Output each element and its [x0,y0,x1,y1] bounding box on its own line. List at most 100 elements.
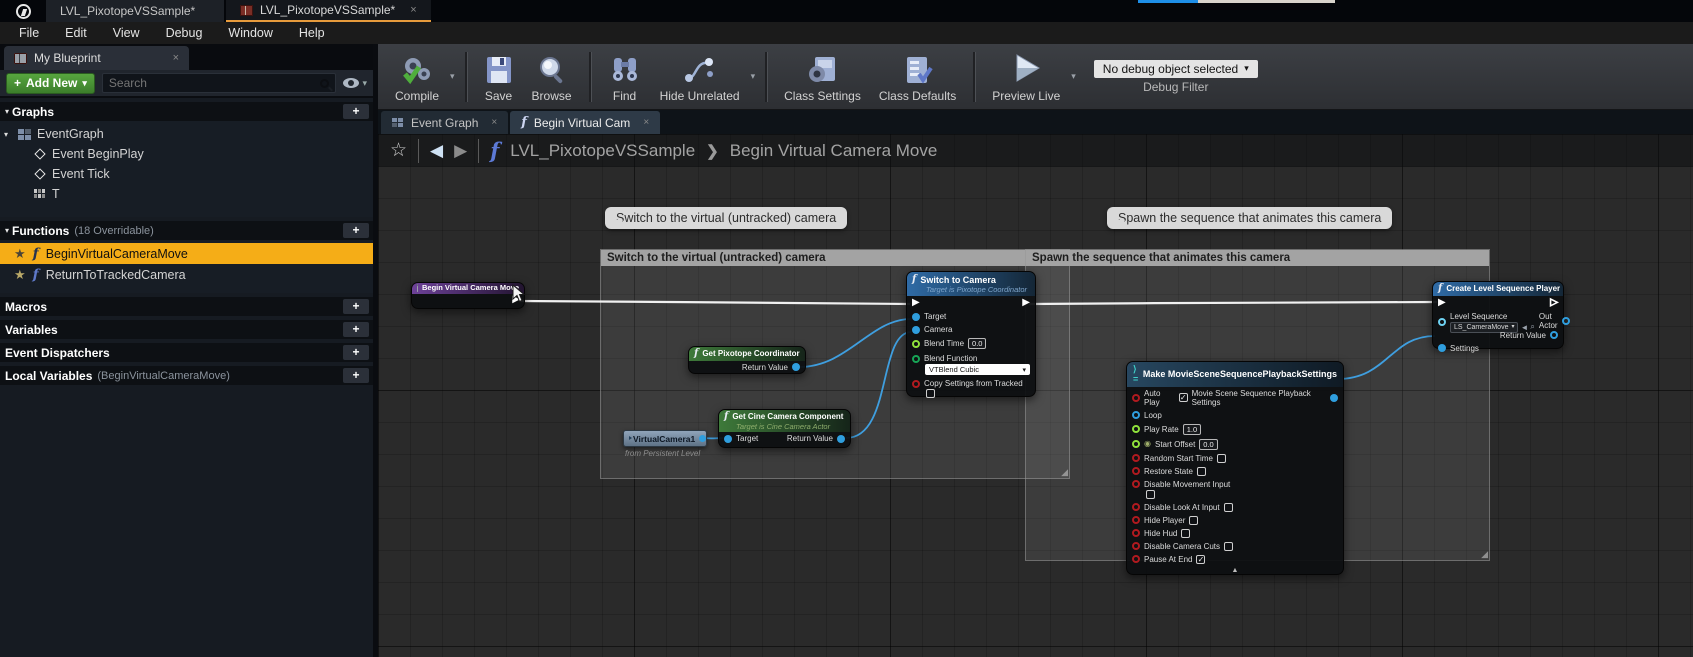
node-begin-virtual-camera-move[interactable]: Begin Virtual Camera Move ▶ [411,282,525,309]
close-icon[interactable]: × [410,4,416,16]
disable-movement-input-checkbox[interactable] [1146,490,1155,499]
add-local-variable-button[interactable]: + [343,368,369,383]
level-sequence-pin[interactable] [1438,318,1446,326]
menu-window[interactable]: Window [215,26,285,40]
expand-triangle-icon[interactable]: ▾ [4,130,12,139]
blend-function-dropdown[interactable]: VTBlend Cubic ▾ [925,364,1030,375]
collapse-arrow-icon[interactable]: ▲ [1127,567,1343,574]
restore-state-checkbox[interactable] [1197,467,1206,476]
play-rate-pin[interactable] [1132,425,1140,433]
visibility-filter[interactable]: ▾ [343,78,367,89]
tab-begin-virtual-camera[interactable]: f Begin Virtual Cam × [510,111,660,134]
out-actor-pin[interactable] [1562,317,1570,325]
start-offset-pin[interactable] [1132,440,1140,448]
loop-pin[interactable] [1132,411,1140,419]
menu-view[interactable]: View [100,26,153,40]
graph-canvas[interactable]: ☆ ◀ ▶ f LVL_PixotopeVSSample ❯ Begin Vir… [378,134,1693,657]
menu-debug[interactable]: Debug [153,26,216,40]
save-button[interactable]: Save [475,47,523,107]
section-graphs[interactable]: ▾ Graphs + [0,102,373,121]
pause-at-end-pin[interactable] [1132,555,1140,563]
settings-pin[interactable] [1438,344,1446,352]
hide-player-pin[interactable] [1132,516,1140,524]
bookmark-star-icon[interactable]: ☆ [390,139,407,162]
return-value-pin[interactable] [792,363,800,371]
auto-play-checkbox[interactable]: ✓ [1179,393,1188,402]
node-virtualcamera1[interactable]: VirtualCamera1 [623,430,707,447]
compile-button[interactable]: Compile [386,47,448,107]
section-macros[interactable]: Macros + [0,297,373,316]
pause-at-end-checkbox[interactable]: ✓ [1196,555,1205,564]
auto-play-pin[interactable] [1132,394,1140,402]
disable-look-at-input-checkbox[interactable] [1224,503,1233,512]
restore-state-pin[interactable] [1132,467,1140,475]
chevron-down-icon[interactable]: ▾ [450,71,455,82]
disable-look-at-input-pin[interactable] [1132,503,1140,511]
node-get-pixotope-coordinator[interactable]: f Get Pixotope Coordinator Return Value [688,346,806,374]
back-arrow-icon[interactable]: ◀ [430,141,443,161]
play-rate-value[interactable]: 1.0 [1183,424,1201,435]
class-settings-button[interactable]: Class Settings [775,47,870,107]
exec-out-pin[interactable]: ▶ [1022,298,1030,308]
blend-time-pin[interactable] [912,340,920,348]
hide-player-checkbox[interactable] [1189,516,1198,525]
forward-arrow-icon[interactable]: ▶ [454,141,467,161]
hide-hud-checkbox[interactable] [1181,529,1190,538]
section-event-dispatchers[interactable]: Event Dispatchers + [0,343,373,362]
menu-edit[interactable]: Edit [52,26,100,40]
copy-settings-pin[interactable] [912,380,920,388]
class-defaults-button[interactable]: Class Defaults [870,47,965,107]
add-event-dispatcher-button[interactable]: + [343,345,369,360]
disable-camera-cuts-pin[interactable] [1132,542,1140,550]
my-blueprint-tab[interactable]: My Blueprint × [4,46,189,70]
close-icon[interactable]: × [643,117,649,128]
node-get-cine-camera-component[interactable]: f Get Cine Camera Component Target is Ci… [718,409,851,448]
hide-hud-pin[interactable] [1132,529,1140,537]
blend-function-pin[interactable] [912,355,920,363]
return-value-pin[interactable] [1550,331,1558,339]
chevron-down-icon[interactable]: ▾ [1071,71,1076,82]
function-item-returntotrackedcamera[interactable]: ★ f ReturnToTrackedCamera [0,264,373,285]
section-functions[interactable]: ▾ Functions (18 Overridable) + [0,221,373,240]
add-variable-button[interactable]: + [343,322,369,337]
add-function-button[interactable]: + [343,223,369,238]
disable-movement-input-pin[interactable] [1132,480,1140,488]
function-item-beginvirtualcameramove[interactable]: ★ f BeginVirtualCameraMove [0,243,373,264]
node-switch-to-camera[interactable]: f Switch to Camera Target is Pixotope Co… [906,271,1036,397]
start-offset-value[interactable]: 0.0 [1199,439,1217,450]
disable-camera-cuts-checkbox[interactable] [1224,542,1233,551]
close-icon[interactable]: × [173,52,179,64]
target-pin[interactable] [912,313,920,321]
exec-out-pin[interactable]: ▷ [1550,298,1558,308]
tree-item-event-beginplay[interactable]: Event BeginPlay [0,144,373,164]
random-start-time-checkbox[interactable] [1217,454,1226,463]
tree-item-t[interactable]: T [0,184,373,204]
search-input[interactable] [109,76,321,90]
node-create-level-sequence-player[interactable]: f Create Level Sequence Player ▶ ▷ Level… [1432,281,1564,349]
debug-object-dropdown[interactable]: No debug object selected ▾ [1094,60,1258,78]
return-value-pin[interactable] [837,435,845,443]
menu-help[interactable]: Help [286,26,338,40]
favorite-star-icon[interactable]: ★ [14,246,26,262]
random-start-time-pin[interactable] [1132,454,1140,462]
variable-out-pin[interactable] [699,435,706,442]
tree-item-event-tick[interactable]: Event Tick [0,164,373,184]
exec-in-pin[interactable]: ▶ [912,298,920,308]
exec-in-pin[interactable]: ▶ [1438,298,1446,308]
section-local-variables[interactable]: Local Variables (BeginVirtualCameraMove)… [0,366,373,385]
target-pin[interactable] [724,435,732,443]
document-tab-level[interactable]: LVL_PixotopeVSSample* [46,0,224,22]
menu-file[interactable]: File [6,26,52,40]
playback-settings-out-pin[interactable] [1330,394,1338,402]
add-graph-button[interactable]: + [343,104,369,119]
favorite-star-icon[interactable]: ★ [14,267,26,283]
tab-event-graph[interactable]: Event Graph × [381,111,508,134]
chevron-down-icon[interactable]: ▾ [751,71,756,82]
breadcrumb-root[interactable]: LVL_PixotopeVSSample [510,141,695,161]
document-tab-blueprint[interactable]: LVL_PixotopeVSSample* × [226,0,431,22]
node-make-playback-settings[interactable]: ⟩= Make MovieSceneSequencePlaybackSettin… [1126,361,1344,575]
section-variables[interactable]: Variables + [0,320,373,339]
find-button[interactable]: Find [599,47,651,107]
browse-button[interactable]: Browse [523,47,581,107]
camera-pin[interactable] [912,326,920,334]
